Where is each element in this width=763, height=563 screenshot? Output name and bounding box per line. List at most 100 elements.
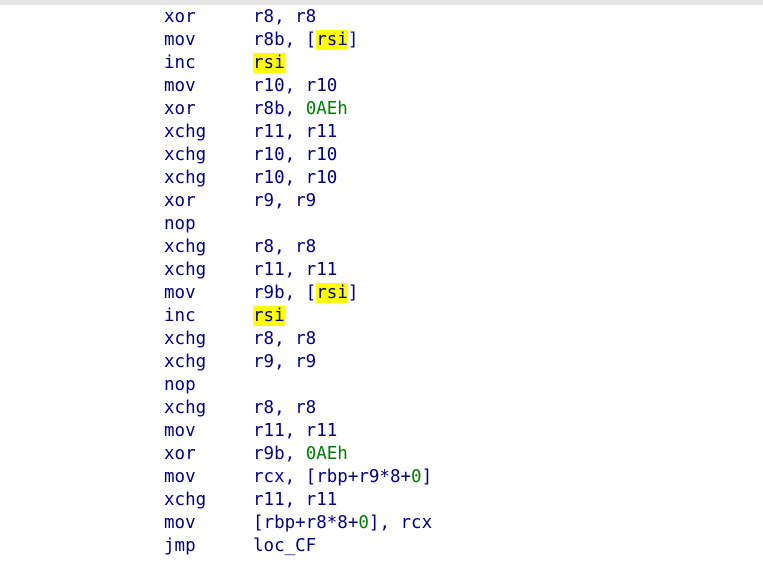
- code-line[interactable]: mov [rbp+r8*8+0], rcx: [164, 512, 432, 535]
- instruction-operands: r8, r8: [253, 328, 316, 351]
- code-line[interactable]: xchg r10, r10: [164, 144, 432, 167]
- operand-text: ]: [421, 467, 433, 487]
- instruction-mnemonic[interactable]: nop: [164, 213, 253, 236]
- code-line[interactable]: xchg r9, r9: [164, 351, 432, 374]
- instruction-mnemonic[interactable]: xor: [164, 6, 253, 29]
- instruction-mnemonic[interactable]: mov: [164, 29, 253, 52]
- operand-text: r9, r9: [253, 191, 317, 211]
- instruction-mnemonic[interactable]: xchg: [164, 397, 253, 420]
- instruction-mnemonic[interactable]: mov: [164, 512, 253, 535]
- code-line[interactable]: xor r9, r9: [164, 190, 432, 213]
- operand-text: ]: [347, 30, 359, 50]
- instruction-mnemonic[interactable]: mov: [164, 282, 253, 305]
- instruction-operands: r9b, [rsi]: [253, 282, 358, 305]
- instruction-operands: r10, r10: [253, 144, 337, 167]
- operand-text: r11, r11: [253, 260, 338, 280]
- instruction-operands: r10, r10: [253, 167, 337, 190]
- instruction-mnemonic[interactable]: xor: [164, 98, 253, 121]
- code-line[interactable]: xor r8b, 0AEh: [164, 98, 432, 121]
- instruction-operands: r8b, 0AEh: [253, 98, 348, 121]
- numeric-constant: 0AEh: [305, 99, 348, 119]
- highlighted-register[interactable]: rsi: [316, 283, 348, 303]
- code-line[interactable]: mov r8b, [rsi]: [164, 29, 432, 52]
- code-line[interactable]: xor r9b, 0AEh: [164, 443, 432, 466]
- instruction-operands: r8, r8: [253, 397, 316, 420]
- code-line[interactable]: jmp loc_CF: [164, 535, 432, 558]
- operand-text: ], rcx: [368, 513, 433, 533]
- operand-text: [rbp+r8*8+: [253, 513, 359, 533]
- instruction-mnemonic[interactable]: xchg: [164, 259, 253, 282]
- instruction-operands: r9b, 0AEh: [253, 443, 348, 466]
- disassembly-listing[interactable]: xor r8, r8 mov r8b, [rsi] inc rsi mov r10, r10 x…: [164, 6, 432, 558]
- instruction-operands: rcx, [rbp+r9*8+0]: [253, 466, 432, 489]
- operand-text: r9b,: [253, 444, 306, 464]
- operand-text: r10, r10: [253, 168, 338, 188]
- operand-text: r8b, [: [253, 30, 317, 50]
- operand-text: r8, r8: [253, 237, 317, 257]
- code-line[interactable]: nop: [164, 374, 432, 397]
- code-line[interactable]: xor r8, r8: [164, 6, 432, 29]
- code-line[interactable]: xchg r11, r11: [164, 121, 432, 144]
- instruction-mnemonic[interactable]: xchg: [164, 328, 253, 351]
- instruction-mnemonic[interactable]: xchg: [164, 121, 253, 144]
- operand-text: r8b,: [253, 99, 306, 119]
- instruction-operands: rsi: [253, 52, 285, 75]
- code-line[interactable]: xchg r11, r11: [164, 259, 432, 282]
- instruction-mnemonic[interactable]: inc: [164, 52, 253, 75]
- instruction-mnemonic[interactable]: nop: [164, 374, 253, 397]
- instruction-operands: r11, r11: [253, 420, 337, 443]
- instruction-operands: r11, r11: [253, 121, 337, 144]
- code-line[interactable]: nop: [164, 213, 432, 236]
- operand-text: r10, r10: [253, 145, 338, 165]
- instruction-mnemonic[interactable]: jmp: [164, 535, 253, 558]
- instruction-operands: r11, r11: [253, 489, 337, 512]
- instruction-mnemonic[interactable]: xchg: [164, 236, 253, 259]
- operand-text: r11, r11: [253, 421, 338, 441]
- instruction-mnemonic[interactable]: mov: [164, 420, 253, 443]
- instruction-mnemonic[interactable]: xchg: [164, 351, 253, 374]
- instruction-mnemonic[interactable]: xor: [164, 190, 253, 213]
- code-line[interactable]: inc rsi: [164, 52, 432, 75]
- instruction-operands: r11, r11: [253, 259, 337, 282]
- operand-text: ]: [347, 283, 359, 303]
- instruction-operands: r9, r9: [253, 190, 316, 213]
- highlighted-register[interactable]: rsi: [253, 306, 285, 326]
- code-line[interactable]: mov r10, r10: [164, 75, 432, 98]
- code-line[interactable]: xchg r8, r8: [164, 328, 432, 351]
- operand-text: rcx, [rbp+r9*8+: [253, 467, 412, 487]
- code-line[interactable]: mov r9b, [rsi]: [164, 282, 432, 305]
- instruction-operands: rsi: [253, 305, 285, 328]
- instruction-mnemonic[interactable]: inc: [164, 305, 253, 328]
- operand-text: r11, r11: [253, 122, 338, 142]
- code-line[interactable]: inc rsi: [164, 305, 432, 328]
- instruction-mnemonic[interactable]: xchg: [164, 167, 253, 190]
- instruction-operands: r10, r10: [253, 75, 337, 98]
- instruction-operands: r8b, [rsi]: [253, 29, 358, 52]
- highlighted-register[interactable]: rsi: [253, 53, 285, 73]
- operand-text: r11, r11: [253, 490, 338, 510]
- instruction-mnemonic[interactable]: mov: [164, 466, 253, 489]
- instruction-mnemonic[interactable]: xchg: [164, 144, 253, 167]
- instruction-operands: r9, r9: [253, 351, 316, 374]
- code-line[interactable]: mov rcx, [rbp+r9*8+0]: [164, 466, 432, 489]
- instruction-mnemonic[interactable]: xor: [164, 443, 253, 466]
- code-line[interactable]: xchg r8, r8: [164, 397, 432, 420]
- operand-text: r9b, [: [253, 283, 317, 303]
- instruction-mnemonic[interactable]: xchg: [164, 489, 253, 512]
- highlighted-register[interactable]: rsi: [316, 30, 348, 50]
- numeric-constant: 0: [411, 467, 422, 487]
- operand-text: r8, r8: [253, 398, 317, 418]
- code-line[interactable]: xchg r11, r11: [164, 489, 432, 512]
- instruction-operands: r8, r8: [253, 236, 316, 259]
- operand-text: loc_CF: [253, 536, 317, 556]
- top-border-strip: [0, 0, 763, 5]
- code-line[interactable]: xchg r8, r8: [164, 236, 432, 259]
- code-line[interactable]: xchg r10, r10: [164, 167, 432, 190]
- operand-text: r8, r8: [253, 7, 317, 27]
- operand-text: r8, r8: [253, 329, 317, 349]
- operand-text: r9, r9: [253, 352, 317, 372]
- code-line[interactable]: mov r11, r11: [164, 420, 432, 443]
- instruction-mnemonic[interactable]: mov: [164, 75, 253, 98]
- operand-text: r10, r10: [253, 76, 338, 96]
- numeric-constant: 0AEh: [305, 444, 348, 464]
